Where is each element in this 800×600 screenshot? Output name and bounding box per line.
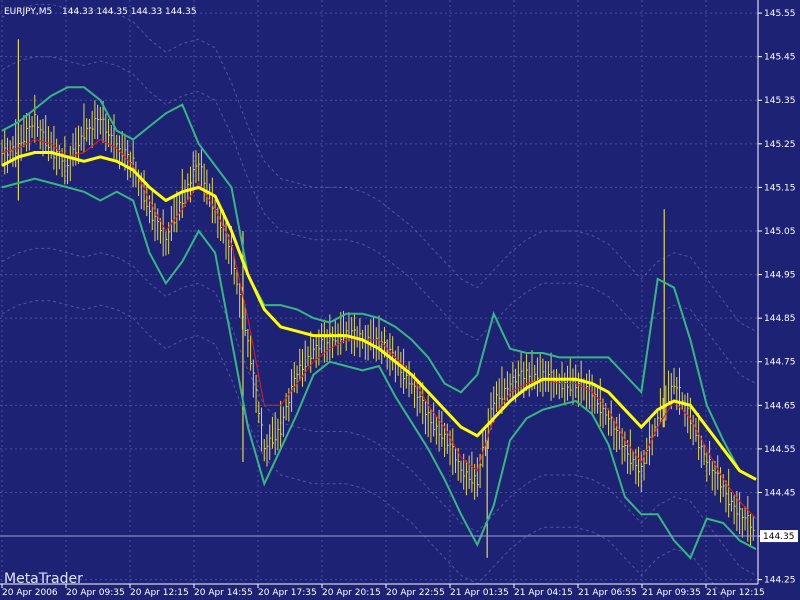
symbol-title: EURJPY,M5 <box>4 7 52 17</box>
platform-watermark: MetaTrader <box>4 571 83 587</box>
x-tick-label: 20 Apr 12:15 <box>130 588 189 598</box>
y-tick-label: 144.25 <box>764 576 796 586</box>
chart-window[interactable]: 145.55 145.45 145.35 145.25 145.15 145.05 144.… <box>0 0 800 600</box>
y-tick-label: 144.85 <box>764 314 796 324</box>
y-tick-label: 144.65 <box>764 401 796 411</box>
x-tick-label: 21 Apr 09:35 <box>642 588 701 598</box>
y-tick-label: 144.75 <box>764 358 796 368</box>
envelope-line <box>1 3 757 332</box>
envelope-line <box>1 247 757 576</box>
x-tick-label: 21 Apr 06:55 <box>578 588 637 598</box>
ohlc-readout: 144.33 144.35 144.33 144.35 <box>62 7 197 17</box>
y-tick-label: 145.45 <box>764 53 796 63</box>
x-tick-label: 20 Apr 17:35 <box>258 588 317 598</box>
y-tick-label: 145.05 <box>764 227 796 237</box>
y-tick-label: 145.55 <box>764 9 796 19</box>
bollinger-lower-line <box>1 177 757 560</box>
current-price-label: 144.35 <box>763 532 795 542</box>
x-tick-label: 20 Apr 14:55 <box>194 588 253 598</box>
y-tick-label: 145.35 <box>764 96 796 106</box>
bollinger-upper-line <box>1 86 757 481</box>
y-tick-label: 144.95 <box>764 271 796 281</box>
price-chart[interactable]: 145.55 145.45 145.35 145.25 145.15 145.05 144.… <box>0 0 800 600</box>
y-tick-label: 145.15 <box>764 183 796 193</box>
y-tick-label: 145.25 <box>764 140 796 150</box>
y-tick-label: 144.55 <box>764 445 796 455</box>
x-tick-label: 20 Apr 22:55 <box>386 588 445 598</box>
y-tick-label: 144.45 <box>764 488 796 498</box>
x-tick-label: 20 Apr 2006 <box>2 588 58 598</box>
envelope-bands <box>1 3 757 600</box>
x-tick-label: 21 Apr 12:15 <box>706 588 765 598</box>
x-tick-label: 21 Apr 01:35 <box>450 588 509 598</box>
x-tick-label: 20 Apr 09:35 <box>66 588 125 598</box>
x-tick-label: 20 Apr 20:15 <box>322 588 381 598</box>
x-tick-label: 21 Apr 04:15 <box>514 588 573 598</box>
